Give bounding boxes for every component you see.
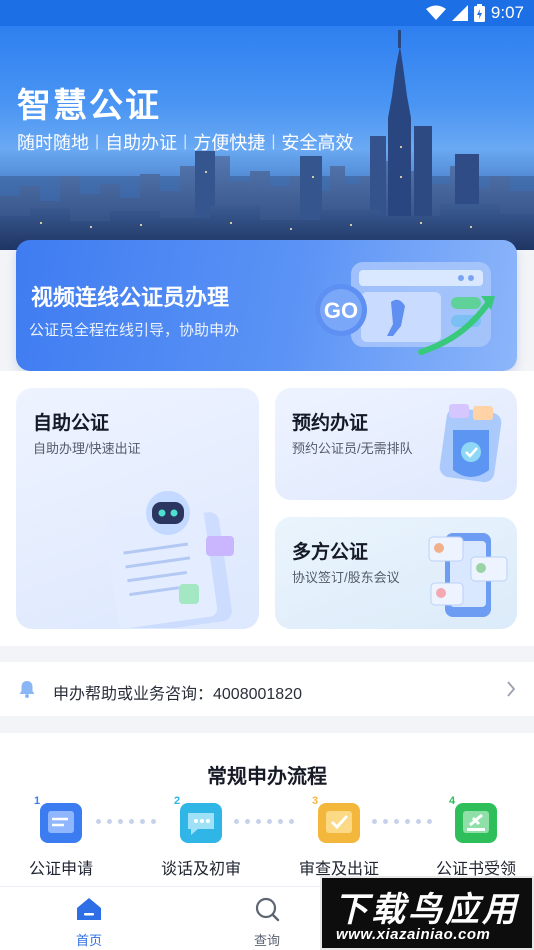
slogan-separator: | [95, 133, 100, 150]
step-connector [234, 819, 294, 824]
appointment-subtitle: 预约公证员/无需排队 [292, 441, 413, 456]
process-step: 1 公证申请 [11, 795, 111, 879]
step-number: 3 [312, 795, 319, 807]
self-service-title: 自助公证 [33, 413, 110, 434]
multi-party-subtitle: 协议签订/股东会议 [292, 570, 400, 585]
hero-banner: 智慧公证 随时随地 | 自助办证 | 方便快捷 | 安全高效 [0, 26, 534, 250]
step-label: 谈话及初审 [160, 861, 241, 878]
home-icon [77, 898, 101, 920]
self-service-subtitle: 自助办理/快速出证 [33, 441, 141, 456]
signal-icon [451, 5, 468, 21]
slogan-item: 安全高效 [281, 133, 354, 153]
go-badge-text: GO [324, 298, 358, 323]
video-notary-card[interactable]: 视频连线公证员办理 公证员全程在线引导，协助申办 GO [16, 240, 517, 371]
appointment-card[interactable]: 预约办证 预约公证员/无需排队 [275, 388, 517, 500]
chat-bubble-icon: 2 [174, 795, 224, 845]
process-title: 常规申办流程 [207, 766, 327, 788]
multi-party-card[interactable]: 多方公证 协议签订/股东会议 [275, 517, 517, 629]
application-form-icon: 1 [34, 795, 84, 845]
bell-icon [19, 681, 35, 698]
wifi-icon [425, 5, 446, 20]
clock: 9:07 [490, 3, 524, 22]
review-check-icon: 3 [312, 795, 362, 845]
multi-party-illustration [428, 533, 508, 617]
video-call-illustration: GO [315, 262, 495, 355]
appointment-title: 预约办证 [292, 413, 369, 434]
chevron-right-icon [507, 681, 516, 697]
watermark-text: 下载鸟应用 [334, 891, 519, 929]
appointment-illustration [439, 404, 502, 483]
multi-party-title: 多方公证 [292, 542, 369, 563]
robot-document-illustration [104, 491, 234, 628]
slogan-row: 随时随地 | 自助办证 | 方便快捷 | 安全高效 [17, 129, 353, 155]
step-number: 4 [449, 795, 456, 807]
app-title: 智慧公证 [17, 87, 161, 125]
step-connector [96, 819, 156, 824]
hotline-label: 申办帮助或业务咨询：4008001820 [53, 686, 302, 703]
search-icon [255, 897, 280, 922]
process-step: 2 谈话及初审 [151, 795, 251, 879]
certificate-stamp-icon: 4 [449, 795, 499, 845]
watermark-logo: 下载鸟应用 www.xiazainiao.com [320, 876, 534, 950]
process-step: 3 审查及出证 [289, 795, 389, 879]
step-connector [372, 819, 432, 824]
watermark-url: www.xiazainiao.com [336, 926, 491, 943]
video-card-subtitle: 公证员全程在线引导，协助申办 [29, 322, 240, 339]
step-label: 公证申请 [28, 861, 93, 878]
services-panel: 自助公证 自助办理/快速出证 预约办证 预约公证员/无需排队 多方公证 协议签订… [0, 371, 534, 646]
hotline-row[interactable]: 申办帮助或业务咨询：4008001820 [0, 662, 534, 716]
tab-query[interactable]: 查询 [227, 895, 307, 949]
step-number: 1 [34, 795, 41, 807]
slogan-item: 方便快捷 [193, 133, 266, 153]
status-bar: 9:07 [0, 0, 534, 26]
process-section: 常规申办流程 1 公证申请 2 谈话及初审 3 审查及出证 4 公证书受领 [0, 733, 534, 893]
tab-home[interactable]: 首页 [49, 895, 129, 949]
step-number: 2 [174, 795, 181, 807]
self-service-notary-card[interactable]: 自助公证 自助办理/快速出证 [16, 388, 259, 629]
slogan-item: 自助办证 [105, 133, 178, 153]
video-card-title: 视频连线公证员办理 [31, 285, 230, 310]
tab-query-label: 查询 [253, 933, 280, 948]
process-step: 4 公证书受领 [426, 795, 526, 879]
battery-icon [473, 4, 485, 22]
slogan-separator: | [183, 133, 188, 150]
slogan-item: 随时随地 [17, 133, 89, 153]
tab-home-label: 首页 [75, 933, 102, 948]
slogan-separator: | [271, 133, 276, 150]
